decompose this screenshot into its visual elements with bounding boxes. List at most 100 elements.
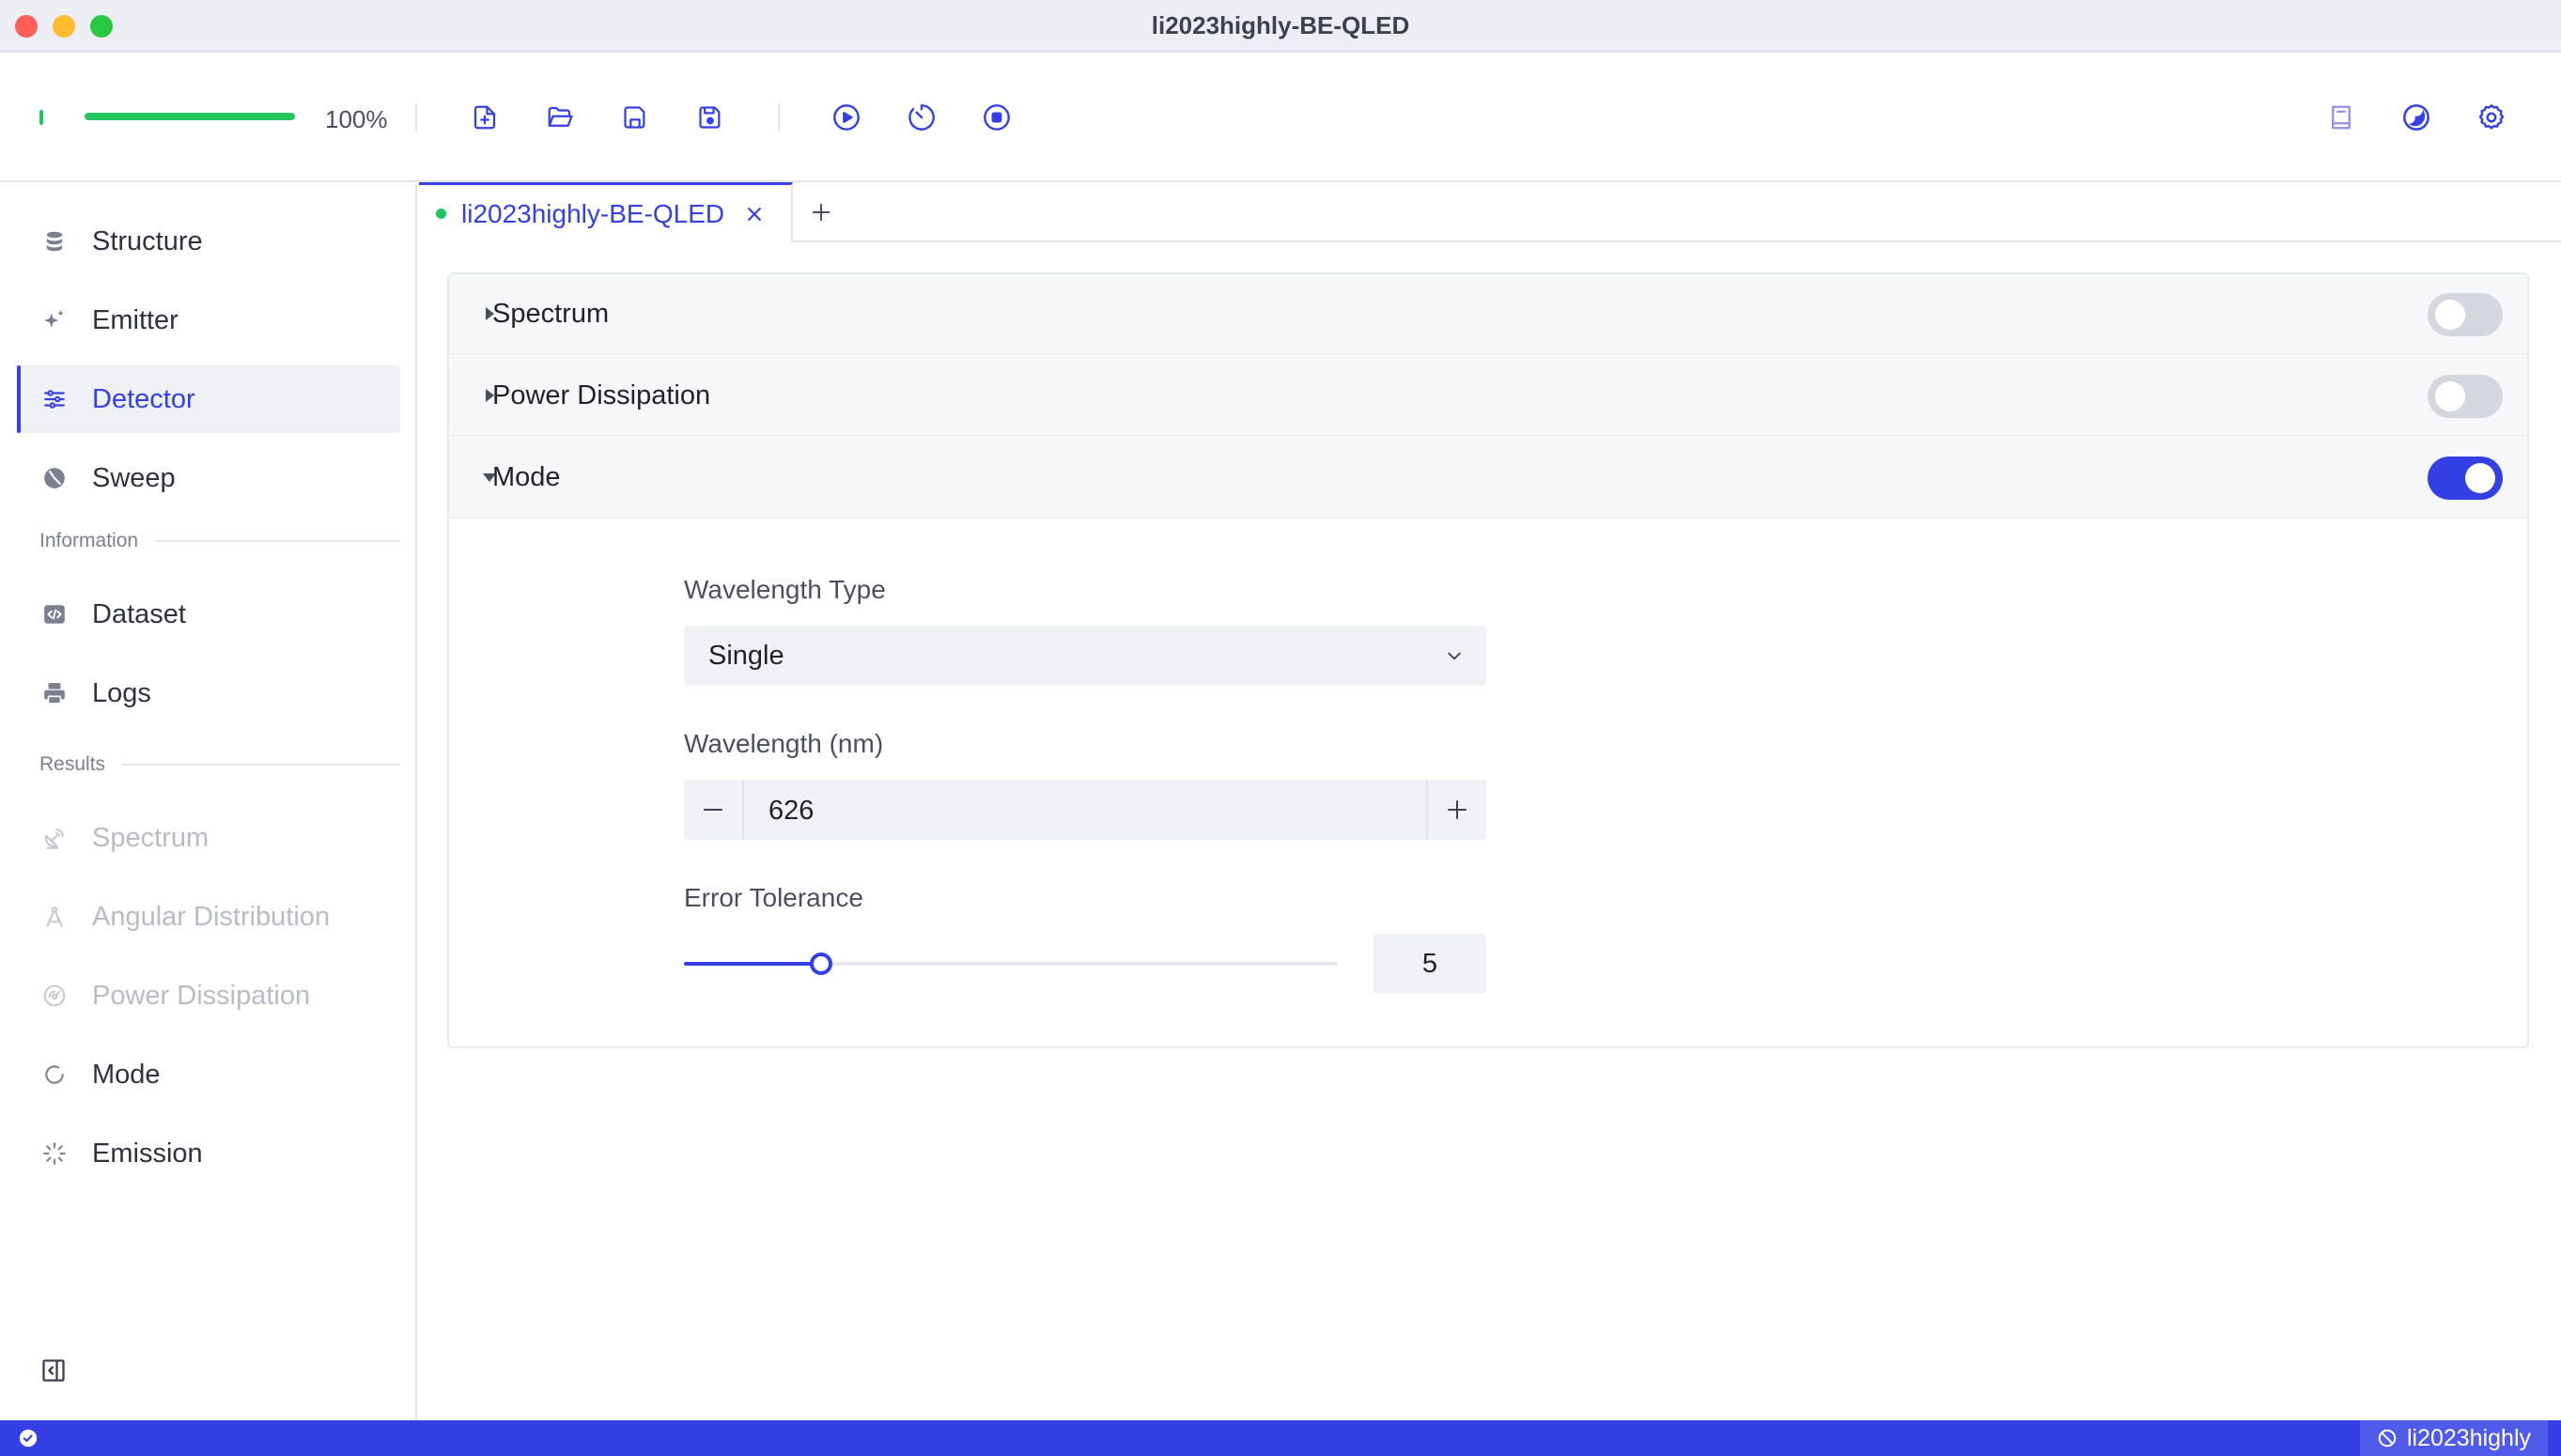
tab-li2023highly-be-qled[interactable]: li2023highly-BE-QLED	[419, 182, 793, 242]
plus-icon	[812, 203, 830, 222]
sidebar-collapse-icon	[42, 1359, 65, 1382]
run-button[interactable]	[827, 98, 866, 137]
toolbar: 100%	[0, 54, 2561, 182]
new-file-button[interactable]	[465, 98, 504, 137]
section-title: Mode	[492, 461, 561, 492]
theme-toggle-button[interactable]	[2397, 98, 2436, 137]
sidebar-item-label: Dataset	[92, 598, 186, 629]
sidebar: Structure Emitter Detector Sweep Informa…	[0, 184, 417, 1420]
sidebar-item-emitter[interactable]: Emitter	[17, 287, 400, 354]
tab-close-button[interactable]	[741, 201, 768, 227]
progress-bar	[85, 113, 295, 120]
add-tab-button[interactable]	[806, 197, 836, 227]
gear-icon	[2478, 104, 2505, 130]
toolbar-divider	[778, 103, 780, 132]
decrement-button[interactable]	[684, 780, 744, 840]
loader-circle-icon	[45, 1065, 64, 1084]
open-folder-button[interactable]	[540, 98, 580, 137]
progress-percent: 100%	[325, 105, 388, 133]
status-project-name: li2023highly	[2406, 1424, 2531, 1451]
wavelength-type-select[interactable]: Single	[684, 626, 1486, 686]
sidebar-item-detector[interactable]: Detector	[17, 365, 400, 433]
printer-icon	[44, 683, 65, 705]
sidebar-item-label: Angular Distribution	[92, 901, 331, 932]
sidebar-item-dataset[interactable]: Dataset	[17, 581, 400, 648]
file-plus-icon	[473, 105, 496, 130]
save-button[interactable]	[615, 98, 655, 137]
gauge-icon	[43, 984, 66, 1007]
toggle-knob	[2465, 463, 2495, 493]
section-title: Power Dissipation	[492, 379, 711, 410]
tab-label: li2023highly-BE-QLED	[461, 198, 725, 228]
ban-icon	[2378, 1429, 2397, 1448]
slider-thumb[interactable]	[810, 953, 833, 975]
sidebar-item-label: Mode	[92, 1059, 161, 1090]
sparkles-icon	[44, 310, 64, 328]
spectrum-toggle[interactable]	[2428, 293, 2503, 336]
tab-bar: li2023highly-BE-QLED	[419, 182, 2561, 242]
wavelength-type-label: Wavelength Type	[684, 575, 886, 604]
timer-icon	[908, 104, 935, 131]
settings-panel: Spectrum Power Dissipation Mode Waveleng…	[447, 272, 2529, 1048]
status-bar: li2023highly	[0, 1420, 2561, 1456]
stop-circle-icon	[984, 104, 1010, 131]
error-tolerance-input[interactable]: 5	[1374, 934, 1486, 994]
chevron-down-icon	[1448, 652, 1461, 660]
play-circle-icon	[833, 104, 860, 131]
mode-toggle[interactable]	[2428, 457, 2503, 500]
window-title: li2023highly-BE-QLED	[1151, 11, 1410, 39]
save-as-button[interactable]	[691, 98, 730, 137]
section-header-mode[interactable]: Mode	[449, 438, 2527, 519]
sidebar-item-label: Sweep	[92, 462, 176, 493]
sidebar-item-structure[interactable]: Structure	[17, 208, 400, 275]
status-project[interactable]: li2023highly	[2359, 1420, 2548, 1456]
save-icon	[624, 106, 645, 129]
increment-button[interactable]	[1426, 780, 1486, 840]
tab-status-dot	[436, 209, 446, 219]
section-header-spectrum[interactable]: Spectrum	[449, 274, 2527, 355]
sidebar-item-label: Logs	[92, 677, 151, 708]
check-circle-icon	[19, 1429, 38, 1448]
wavelength-label: Wavelength (nm)	[684, 729, 884, 758]
wavelength-input[interactable]: 626	[768, 796, 814, 827]
sidebar-item-emission[interactable]: Emission	[17, 1120, 400, 1187]
section-title: Spectrum	[492, 298, 610, 329]
stop-button[interactable]	[977, 98, 1017, 137]
settings-button[interactable]	[2472, 98, 2511, 137]
toggle-knob	[2435, 381, 2465, 411]
plus-icon	[1448, 800, 1467, 819]
timer-button[interactable]	[902, 98, 941, 137]
minus-icon	[704, 809, 722, 811]
title-bar: li2023highly-BE-QLED	[0, 0, 2561, 53]
error-tolerance-slider[interactable]	[684, 945, 1338, 983]
sidebar-item-mode[interactable]: Mode	[17, 1041, 400, 1108]
save-as-icon	[699, 106, 721, 129]
code-file-icon	[44, 605, 65, 624]
wavelength-type-value: Single	[708, 640, 784, 671]
documentation-button[interactable]	[2321, 98, 2361, 137]
sidebar-item-label: Power Dissipation	[92, 980, 311, 1011]
slider-fill	[684, 962, 822, 966]
sidebar-item-power-dissipation[interactable]: Power Dissipation	[17, 962, 400, 1030]
toggle-knob	[2435, 300, 2465, 330]
sidebar-item-label: Spectrum	[92, 822, 210, 853]
section-header-power-dissipation[interactable]: Power Dissipation	[449, 356, 2527, 437]
sidebar-item-spectrum[interactable]: Spectrum	[17, 804, 400, 872]
moon-icon	[2403, 104, 2429, 131]
close-icon	[748, 207, 762, 221]
power-dissipation-toggle[interactable]	[2428, 375, 2503, 418]
sidebar-item-label: Emission	[92, 1138, 203, 1169]
sidebar-item-sweep[interactable]: Sweep	[17, 444, 400, 512]
sidebar-item-logs[interactable]: Logs	[17, 659, 400, 727]
sidebar-item-label: Structure	[92, 225, 203, 256]
progress-indicator	[39, 110, 43, 125]
spinner-icon	[43, 1142, 66, 1165]
sliders-icon	[44, 390, 65, 409]
collapse-sidebar-button[interactable]	[38, 1355, 70, 1386]
folder-open-icon	[548, 106, 573, 127]
sidebar-item-label: Detector	[92, 383, 195, 414]
progress-bar-fill	[85, 113, 295, 120]
wavelength-stepper: 626	[684, 780, 1486, 840]
pie-icon	[44, 468, 65, 488]
sidebar-item-angular-distribution[interactable]: Angular Distribution	[17, 883, 400, 951]
